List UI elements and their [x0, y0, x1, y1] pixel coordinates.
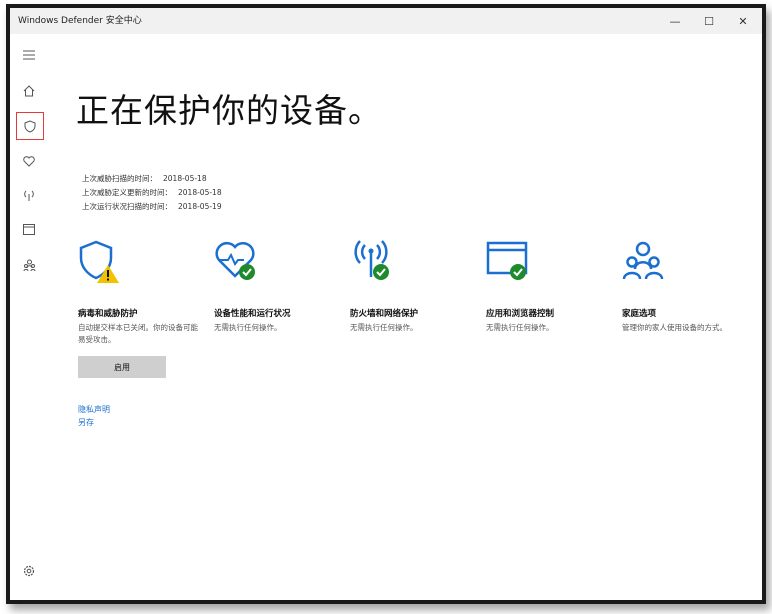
scan-info-label: 上次运行状况扫描的时间： [82, 202, 172, 211]
scan-info-label: 上次威胁定义更新的时间： [82, 188, 172, 197]
scan-info-row: 上次威胁扫描的时间： 2018-05-18 [82, 172, 222, 186]
scan-info-value: 2018-05-18 [163, 174, 207, 183]
sidebar-item-family[interactable] [18, 254, 40, 276]
close-icon: ✕ [738, 14, 748, 28]
shield-icon [24, 119, 36, 133]
sidebar-item-firewall[interactable] [18, 184, 40, 206]
shield-warning-icon [79, 240, 119, 283]
sidebar-item-device-health[interactable] [18, 150, 40, 172]
scan-info-row: 上次运行状况扫描的时间： 2018-05-19 [82, 200, 222, 214]
card-title: 家庭选项 [622, 309, 657, 319]
family-icon [23, 259, 35, 271]
secondary-link[interactable]: 另存 [78, 417, 94, 428]
scan-info-row: 上次威胁定义更新的时间： 2018-05-18 [82, 186, 222, 200]
maximize-icon: ☐ [704, 14, 714, 28]
gear-icon [23, 565, 35, 577]
app-browser-icon [23, 223, 35, 235]
card-title: 设备性能和运行状况 [214, 309, 291, 319]
app-window: Windows Defender 安全中心 — ☐ ✕ 正在保护你的设备。 上次… [6, 4, 766, 604]
sidebar-settings-button[interactable] [18, 560, 40, 582]
card-title: 应用和浏览器控制 [486, 309, 555, 319]
privacy-statement-link[interactable]: 隐私声明 [78, 404, 110, 415]
close-button[interactable]: ✕ [726, 8, 760, 34]
sidebar-item-app-browser[interactable] [18, 218, 40, 240]
card-family-options[interactable]: 家庭选项 管理你的家人使用设备的方式。 [622, 239, 746, 334]
sidebar-menu-button[interactable] [18, 44, 40, 66]
card-device-health[interactable]: 设备性能和运行状况 无需执行任何操作。 [214, 239, 334, 334]
card-description: 无需执行任何操作。 [350, 323, 418, 332]
heart-check-icon [215, 241, 255, 280]
scan-info-value: 2018-05-19 [178, 202, 222, 211]
scan-info-label: 上次威胁扫描的时间： [82, 174, 157, 183]
card-virus-threat-protection[interactable]: 病毒和威胁防护 自动提交样本已关闭。你的设备可能易受攻击。 [78, 239, 198, 346]
card-description: 自动提交样本已关闭。你的设备可能易受攻击。 [78, 323, 198, 344]
browser-check-icon [486, 241, 528, 280]
family-icon [622, 241, 664, 280]
scan-info: 上次威胁扫描的时间： 2018-05-18 上次威胁定义更新的时间： 2018-05… [82, 172, 222, 214]
sidebar-item-home[interactable] [18, 80, 40, 102]
maximize-button[interactable]: ☐ [692, 8, 726, 34]
wifi-antenna-icon [24, 190, 34, 201]
enable-button[interactable]: 启用 [78, 356, 166, 378]
card-title: 防火墙和网络保护 [350, 309, 419, 319]
minimize-button[interactable]: — [658, 8, 692, 34]
sidebar [10, 34, 50, 600]
card-title: 病毒和威胁防护 [78, 309, 138, 319]
title-bar: Windows Defender 安全中心 — ☐ ✕ [10, 8, 762, 34]
scan-info-value: 2018-05-18 [178, 188, 222, 197]
sidebar-item-virus-protection[interactable] [16, 112, 44, 140]
main-content: 正在保护你的设备。 上次威胁扫描的时间： 2018-05-18 上次威胁定义更新的… [70, 34, 762, 600]
card-description: 管理你的家人使用设备的方式。 [622, 323, 727, 332]
card-description: 无需执行任何操作。 [214, 323, 282, 332]
minimize-icon: — [669, 14, 681, 28]
home-icon [23, 85, 35, 97]
card-firewall-network[interactable]: 防火墙和网络保护 无需执行任何操作。 [350, 239, 470, 334]
heart-icon [23, 155, 35, 167]
page-title: 正在保护你的设备。 [76, 91, 382, 130]
hamburger-menu-icon [23, 50, 35, 60]
window-title: Windows Defender 安全中心 [18, 16, 142, 26]
antenna-check-icon [354, 240, 389, 280]
card-app-browser-control[interactable]: 应用和浏览器控制 无需执行任何操作。 [486, 239, 606, 334]
card-description: 无需执行任何操作。 [486, 323, 554, 332]
